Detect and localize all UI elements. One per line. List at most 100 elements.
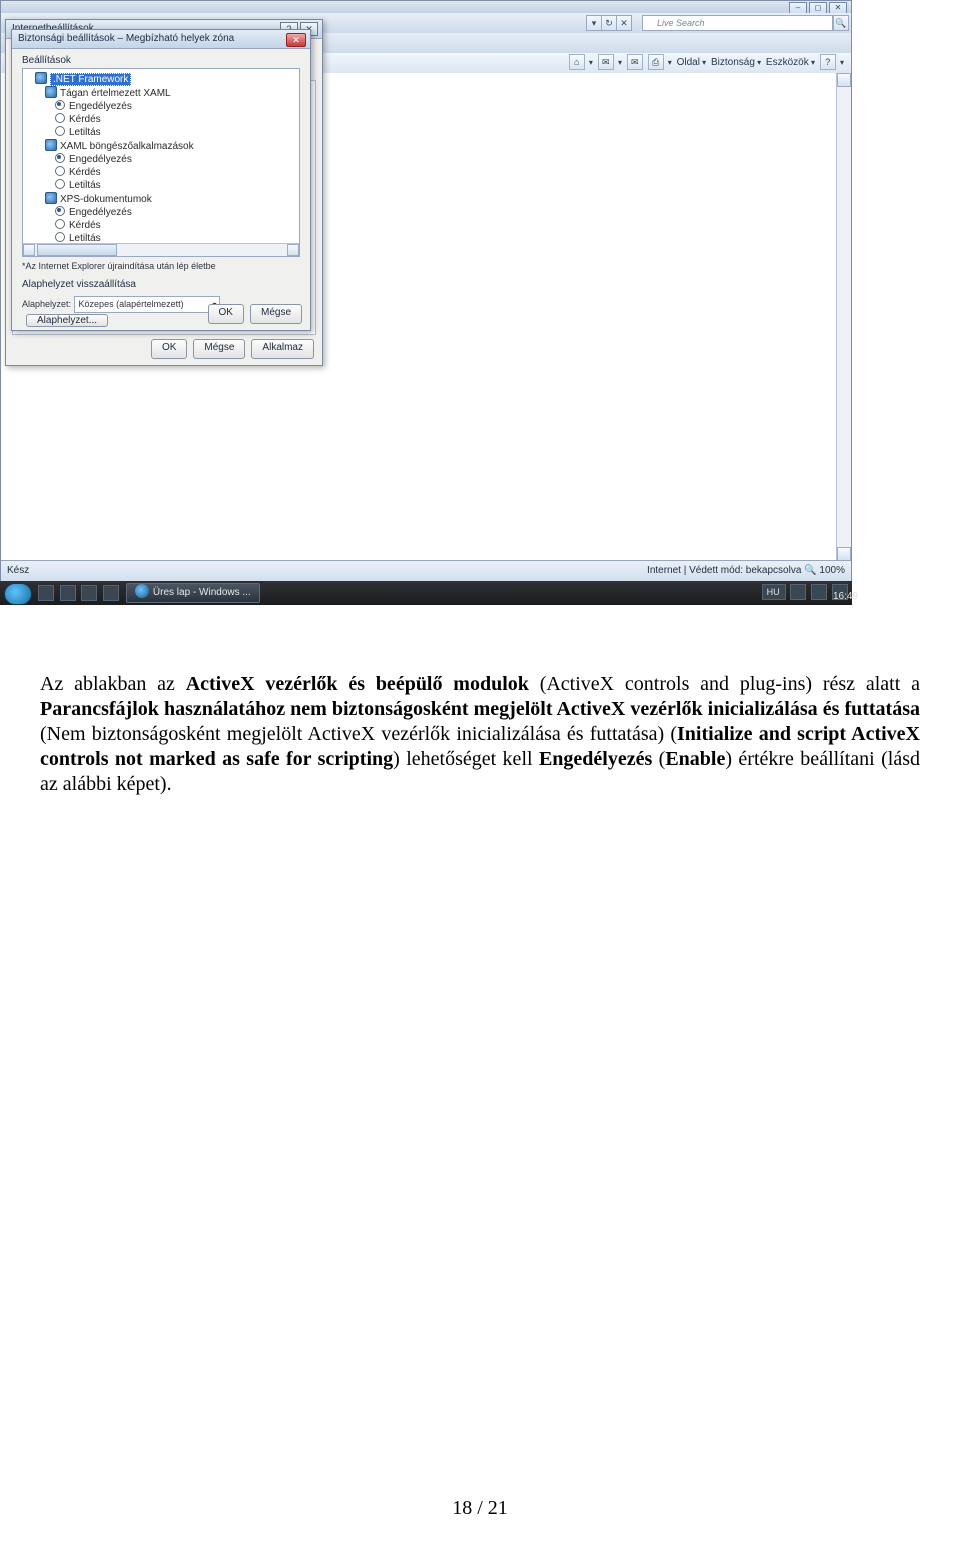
feeds-icon[interactable]: ✉ <box>598 54 614 70</box>
print-menu[interactable] <box>666 57 672 68</box>
radio-icon <box>55 166 65 176</box>
ie-window: – ◻ ✕ ▾ ↻ ✕ Live Search 🔍 ⌂ ✉ ✉ ⎙ Oldal … <box>0 0 852 582</box>
node-xaml-label: Tágan értelmezett XAML <box>60 88 171 99</box>
gear-icon <box>45 86 57 98</box>
windows-taskbar: Üres lap - Windows ... HU 16:49 <box>0 581 852 605</box>
options-ok-button[interactable]: OK <box>151 339 187 359</box>
node-net-framework[interactable]: .NET Framework <box>35 72 297 86</box>
doc-strong: Parancsfájlok használatához nem biztonsá… <box>40 698 920 720</box>
ie-status-bar: Kész Internet | Védett mód: bekapcsolva … <box>1 560 851 581</box>
settings-group-label: Beállítások <box>22 55 310 66</box>
node-net-framework-label: .NET Framework <box>50 73 131 86</box>
security-settings-title: Biztonsági beállítások – Megbízható hely… <box>18 33 234 44</box>
language-indicator[interactable]: HU <box>762 584 786 600</box>
opt-prompt-label: Kérdés <box>69 167 101 178</box>
doc-text: Az ablakban az <box>40 673 186 695</box>
mail-icon[interactable]: ✉ <box>627 54 643 70</box>
doc-text: (Nem biztonságosként megjelölt ActiveX v… <box>40 723 677 745</box>
feeds-menu[interactable] <box>616 57 622 68</box>
live-search-input[interactable]: Live Search <box>642 15 833 31</box>
security-settings-dialog[interactable]: Biztonsági beállítások – Megbízható hely… <box>11 29 311 331</box>
home-menu[interactable] <box>587 57 593 68</box>
options-apply-button[interactable]: Alkalmaz <box>251 339 314 359</box>
doc-strong: Enable <box>665 748 725 770</box>
tray-icon[interactable] <box>790 584 806 600</box>
radio-icon <box>55 206 65 216</box>
tray-icon[interactable] <box>811 584 827 600</box>
system-tray: HU 16:49 <box>760 581 848 605</box>
status-left: Kész <box>7 565 29 576</box>
scroll-thumb[interactable] <box>37 244 117 256</box>
quicklaunch-icon[interactable] <box>60 585 76 601</box>
internet-options-buttons: OK Mégse Alkalmaz <box>151 339 314 359</box>
gear-icon <box>45 192 57 204</box>
node-xaml[interactable]: Tágan értelmezett XAML <box>45 86 297 100</box>
taskbar-ie-button[interactable]: Üres lap - Windows ... <box>126 583 260 603</box>
horizontal-scrollbar[interactable] <box>23 243 299 256</box>
opt-disable-label: Letiltás <box>69 180 101 191</box>
radio-icon <box>55 113 65 123</box>
options-cancel-button[interactable]: Mégse <box>193 339 245 359</box>
reset-button[interactable]: Alaphelyzet... <box>26 314 108 327</box>
radio-icon <box>55 153 65 163</box>
opt-xaml-enable[interactable]: Engedélyezés <box>55 100 297 113</box>
radio-icon <box>55 232 65 242</box>
reset-to-label: Alaphelyzet: <box>22 299 71 309</box>
node-xps[interactable]: XPS-dokumentumok <box>45 192 297 206</box>
doc-text: (ActiveX controls and plug-ins) rész ala… <box>529 673 920 695</box>
opt-enable-label: Engedélyezés <box>69 154 132 165</box>
security-settings-titlebar: Biztonsági beállítások – Megbízható hely… <box>12 30 310 49</box>
settings-tree[interactable]: .NET Framework Tágan értelmezett XAML En… <box>22 68 300 257</box>
opt-prompt-label: Kérdés <box>69 220 101 231</box>
opt-xps-enable[interactable]: Engedélyezés <box>55 206 297 219</box>
node-xbap-label: XAML böngészőalkalmazások <box>60 141 194 152</box>
quicklaunch-icon[interactable] <box>81 585 97 601</box>
ie-icon <box>135 584 149 598</box>
opt-xaml-disable[interactable]: Letiltás <box>55 126 297 139</box>
quicklaunch-icon[interactable] <box>38 585 54 601</box>
opt-prompt-label: Kérdés <box>69 114 101 125</box>
opt-enable-label: Engedélyezés <box>69 101 132 112</box>
radio-icon <box>55 126 65 136</box>
status-right: Internet | Védett mód: bekapcsolva 🔍 100… <box>647 561 845 581</box>
refresh-icon[interactable]: ↻ <box>602 15 617 31</box>
tools-menu[interactable]: Eszközök <box>766 57 815 68</box>
quicklaunch-icon[interactable] <box>103 585 119 601</box>
dropdown-icon[interactable]: ▾ <box>586 15 602 31</box>
opt-xps-prompt[interactable]: Kérdés <box>55 219 297 232</box>
opt-xbap-prompt[interactable]: Kérdés <box>55 166 297 179</box>
security-close-button[interactable]: ✕ <box>286 33 306 47</box>
reset-group-label: Alaphelyzet visszaállítása <box>22 279 310 290</box>
help-icon[interactable]: ? <box>820 54 836 70</box>
stop-icon[interactable]: ✕ <box>617 15 632 31</box>
doc-strong: Engedélyezés <box>539 748 652 770</box>
restart-note: *Az Internet Explorer újraindítása után … <box>22 261 300 271</box>
opt-xbap-disable[interactable]: Letiltás <box>55 179 297 192</box>
reset-level-combo[interactable]: Közepes (alapértelmezett) <box>74 296 220 313</box>
security-ok-button[interactable]: OK <box>208 304 244 324</box>
radio-icon <box>55 219 65 229</box>
opt-xbap-enable[interactable]: Engedélyezés <box>55 153 297 166</box>
home-icon[interactable]: ⌂ <box>569 54 585 70</box>
doc-text: ( <box>652 748 665 770</box>
gear-icon <box>35 72 47 84</box>
addressbar-buttons: ▾ ↻ ✕ <box>586 15 632 31</box>
doc-strong: ActiveX vezérlők és beépülő modulok <box>186 673 529 695</box>
radio-icon <box>55 179 65 189</box>
opt-xaml-prompt[interactable]: Kérdés <box>55 113 297 126</box>
node-xbap[interactable]: XAML böngészőalkalmazások <box>45 139 297 153</box>
vertical-scrollbar[interactable] <box>836 73 851 561</box>
radio-icon <box>55 100 65 110</box>
taskbar-clock: 16:49 <box>832 584 848 600</box>
start-button[interactable] <box>4 583 32 605</box>
search-icon[interactable]: 🔍 <box>833 15 849 31</box>
gear-icon <box>45 139 57 151</box>
node-xps-label: XPS-dokumentumok <box>60 194 152 205</box>
taskbar-ie-label: Üres lap - Windows ... <box>153 587 251 598</box>
security-menu[interactable]: Biztonság <box>711 57 761 68</box>
help-menu[interactable] <box>838 57 844 68</box>
security-cancel-button[interactable]: Mégse <box>250 304 302 324</box>
security-dialog-buttons: OK Mégse <box>208 304 302 324</box>
print-icon[interactable]: ⎙ <box>648 54 664 70</box>
page-menu[interactable]: Oldal <box>677 57 707 68</box>
